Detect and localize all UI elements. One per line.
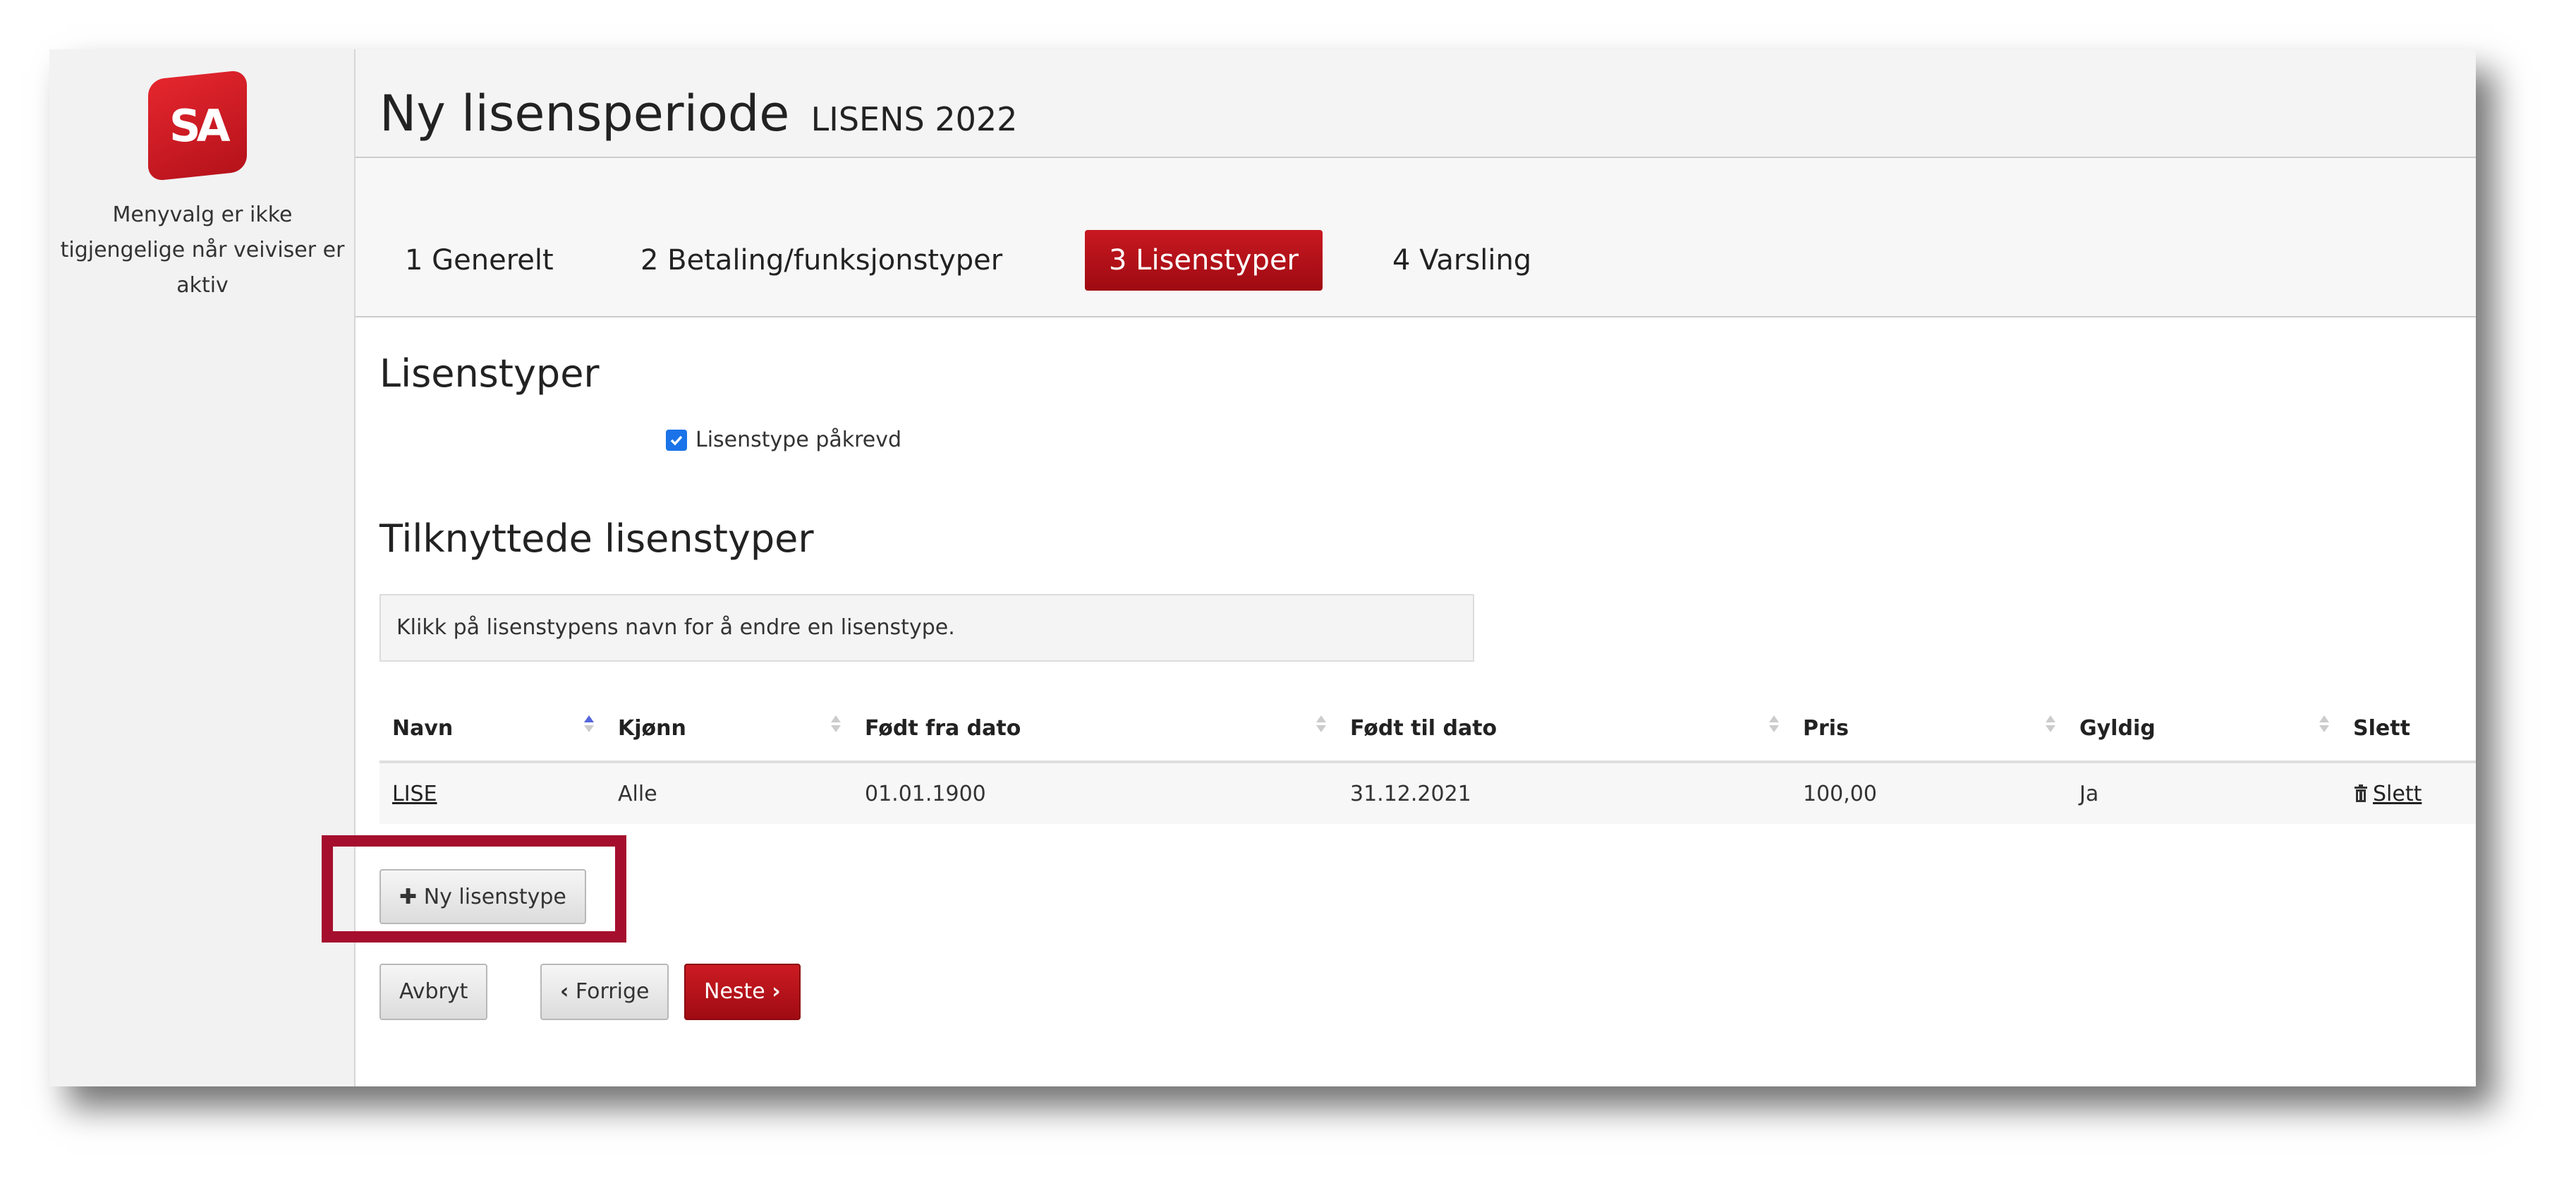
sidebar: SA Menyvalg er ikke tigjengelige når vei… bbox=[49, 49, 356, 1086]
page-title: Ny lisensperiode LISENS 2022 bbox=[379, 85, 1017, 143]
sort-icon bbox=[584, 715, 594, 735]
col-kjonn[interactable]: Kjønn bbox=[605, 696, 852, 763]
trash-icon bbox=[2355, 784, 2367, 802]
sort-icon bbox=[2319, 715, 2329, 735]
sort-icon bbox=[831, 715, 841, 735]
sort-icon bbox=[1316, 715, 1326, 735]
chevron-left-icon: ‹ bbox=[560, 979, 569, 1004]
sa-logo[interactable]: SA bbox=[148, 69, 247, 182]
step-generelt[interactable]: 1 Generelt bbox=[381, 230, 578, 291]
step-lisenstyper[interactable]: 3 Lisenstyper bbox=[1085, 230, 1323, 291]
step-betaling[interactable]: 2 Betaling/funksjonstyper bbox=[616, 230, 1026, 291]
table-header-row: Navn Kjønn Født fra dato Født til dato P… bbox=[379, 696, 2476, 763]
required-checkbox-label: Lisenstype påkrevd bbox=[695, 428, 902, 452]
cell-navn[interactable]: LISE bbox=[379, 762, 605, 824]
logo-text: SA bbox=[169, 99, 226, 152]
delete-link[interactable]: Slett bbox=[2353, 782, 2422, 806]
required-checkbox-row[interactable]: Lisenstype påkrevd bbox=[666, 428, 901, 452]
chevron-right-icon: › bbox=[772, 979, 781, 1004]
license-name-link[interactable]: LISE bbox=[392, 782, 437, 806]
col-slett: Slett bbox=[2340, 696, 2476, 763]
col-navn[interactable]: Navn bbox=[379, 696, 605, 763]
cell-kjonn: Alle bbox=[618, 781, 657, 806]
cell-fodt-fra: 01.01.1900 bbox=[865, 781, 986, 806]
required-checkbox[interactable] bbox=[666, 429, 687, 451]
cancel-button[interactable]: Avbryt bbox=[379, 964, 488, 1020]
prev-button[interactable]: ‹ Forrige bbox=[540, 964, 669, 1020]
col-fodt-fra[interactable]: Født fra dato bbox=[852, 696, 1337, 763]
app-window: SA Menyvalg er ikke tigjengelige når vei… bbox=[49, 49, 2476, 1086]
plus-icon: ✚ bbox=[399, 885, 418, 909]
cell-fodt-til: 31.12.2021 bbox=[1350, 781, 1471, 806]
cell-slett[interactable]: Slett bbox=[2340, 762, 2476, 824]
col-gyldig[interactable]: Gyldig bbox=[2067, 696, 2340, 763]
table-row: LISE Alle 01.01.1900 31.12.2021 100,00 J… bbox=[379, 762, 2476, 824]
page-header: Ny lisensperiode LISENS 2022 bbox=[356, 49, 2476, 158]
wizard-steps: 1 Generelt 2 Betaling/funksjonstyper 3 L… bbox=[356, 158, 2476, 317]
info-box: Klikk på lisenstypens navn for å endre e… bbox=[379, 594, 1474, 662]
delete-label: Slett bbox=[2373, 781, 2422, 806]
col-pris[interactable]: Pris bbox=[1790, 696, 2067, 763]
col-fodt-til[interactable]: Født til dato bbox=[1337, 696, 1790, 763]
page-title-text: Ny lisensperiode bbox=[379, 85, 790, 143]
new-license-type-button[interactable]: ✚ Ny lisenstype bbox=[379, 869, 586, 924]
checkmark-icon bbox=[670, 435, 683, 446]
cell-pris: 100,00 bbox=[1803, 781, 1877, 806]
sort-icon bbox=[2046, 715, 2055, 735]
main-content: Lisenstyper Lisenstype påkrevd Tilknytte… bbox=[322, 317, 2476, 1086]
sort-icon bbox=[1769, 715, 1779, 735]
section-title-lisenstyper: Lisenstyper bbox=[379, 351, 600, 396]
section-title-tilknyttede: Tilknyttede lisenstyper bbox=[379, 516, 814, 561]
sidebar-note: Menyvalg er ikke tigjengelige når veivis… bbox=[60, 202, 345, 298]
page-subtitle: LISENS 2022 bbox=[810, 100, 1018, 138]
next-button[interactable]: Neste › bbox=[684, 964, 801, 1020]
license-types-table: Navn Kjønn Født fra dato Født til dato P… bbox=[379, 696, 2476, 824]
step-varsling[interactable]: 4 Varsling bbox=[1368, 230, 1555, 291]
cell-gyldig: Ja bbox=[2079, 781, 2099, 806]
